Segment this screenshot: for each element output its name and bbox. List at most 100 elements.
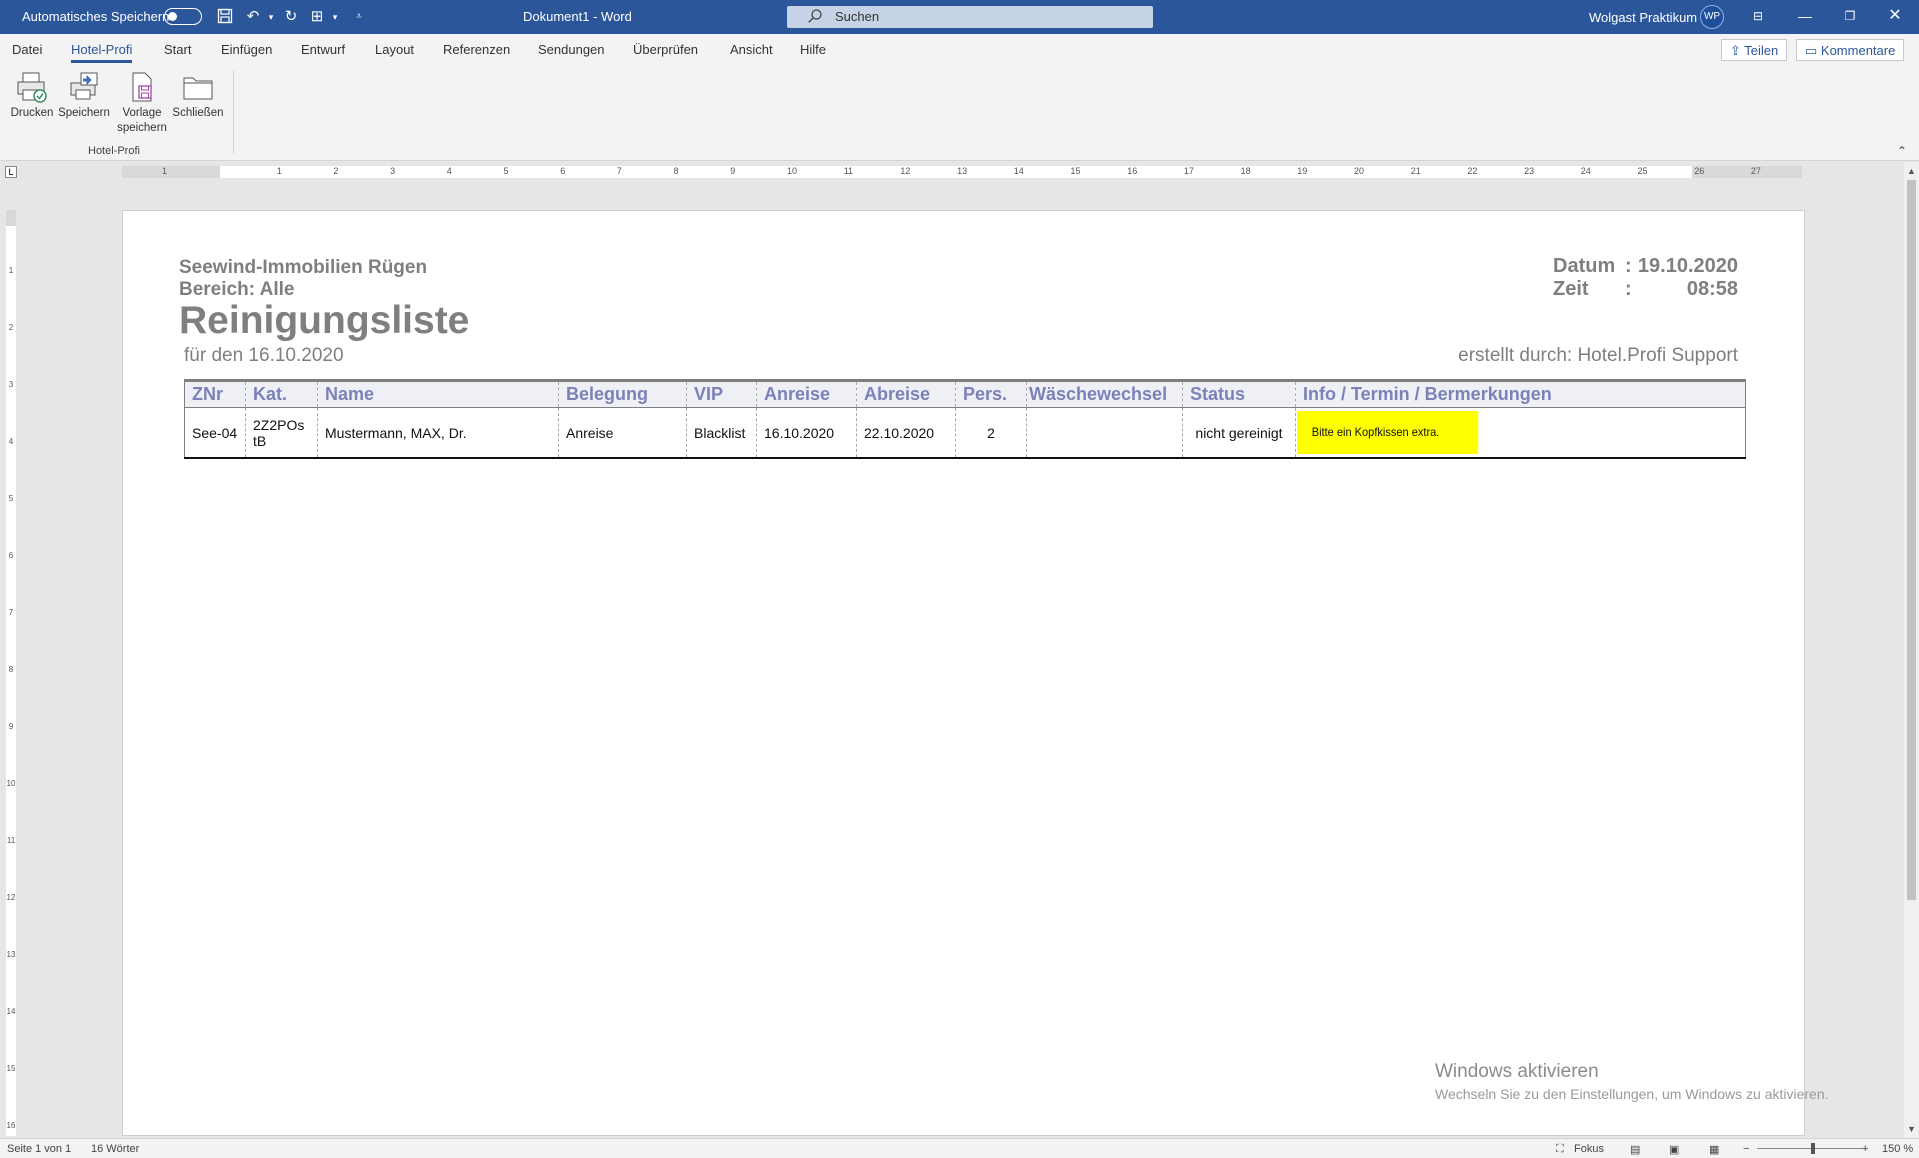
ruler-number: 11: [843, 166, 854, 176]
share-button[interactable]: ⇪ Teilen: [1721, 39, 1788, 61]
zoom-in-icon[interactable]: +: [1862, 1143, 1868, 1155]
ruler-number: 7: [616, 166, 622, 176]
vertical-ruler[interactable]: 1 2 3 4 5 6 7 8 9 10 11 12 13 14 15 16: [6, 210, 16, 1136]
tab-einfuegen[interactable]: Einfügen: [221, 42, 272, 57]
tab-hotel-profi[interactable]: Hotel-Profi: [71, 42, 133, 63]
print-layout-icon[interactable]: ▣: [1669, 1143, 1679, 1156]
date-label: Datum: [1553, 255, 1616, 277]
ruler-number: 6: [560, 166, 566, 176]
ruler-number: 14: [6, 1007, 16, 1016]
ruler-number: 5: [8, 494, 14, 503]
ruler-number: 24: [1580, 166, 1591, 176]
cell-waeschewechsel[interactable]: [1026, 407, 1183, 459]
save-template-icon: [125, 70, 159, 104]
zoom-level[interactable]: 150 %: [1882, 1143, 1913, 1155]
word-count[interactable]: 16 Wörter: [91, 1143, 139, 1155]
area-label: Bereich: Alle: [179, 279, 295, 300]
cell-anreise[interactable]: 16.10.2020: [756, 407, 857, 459]
date-colon: :: [1625, 255, 1632, 277]
ruler-number: 2: [8, 323, 14, 332]
cell-info[interactable]: Bitte ein Kopfkissen extra.: [1295, 407, 1746, 459]
scroll-up-icon[interactable]: ▲: [1907, 166, 1916, 176]
ruler-number: 14: [1013, 166, 1024, 176]
ribbon: Drucken Speichern Vorlage speichern Schl…: [0, 64, 1919, 161]
scroll-thumb[interactable]: [1907, 180, 1916, 900]
cell-belegung[interactable]: Anreise: [558, 407, 687, 459]
table-row: See-04 2Z2POs tB Mustermann, MAX, Dr. An…: [184, 407, 1746, 459]
ruler-number: 9: [8, 722, 14, 731]
cell-status[interactable]: nicht gereinigt: [1182, 407, 1296, 459]
ruler-number: 6: [8, 551, 14, 560]
ruler-number: 15: [1070, 166, 1081, 176]
date-value: 19.10.2020: [1637, 255, 1738, 277]
tab-datei[interactable]: Datei: [12, 42, 42, 57]
focus-icon[interactable]: ⛶: [1556, 1143, 1564, 1156]
read-mode-icon[interactable]: ▤: [1630, 1143, 1640, 1156]
tab-referenzen[interactable]: Referenzen: [443, 42, 510, 57]
date-time-block: Datum : 19.10.2020 Zeit : 08:58: [1553, 255, 1738, 301]
tab-start[interactable]: Start: [164, 42, 191, 57]
cell-name[interactable]: Mustermann, MAX, Dr.: [317, 407, 559, 459]
customize-toolbar-icon[interactable]: ⩡: [350, 8, 368, 26]
comments-button[interactable]: ▭ Kommentare: [1796, 39, 1905, 61]
tab-ansicht[interactable]: Ansicht: [730, 42, 773, 57]
ruler-top-margin: [6, 210, 16, 226]
vertical-scrollbar[interactable]: ▲ ▼: [1904, 162, 1919, 1138]
ribbon-display-options-icon[interactable]: ⊟: [1746, 4, 1770, 28]
header-kat: Kat.: [245, 379, 318, 408]
save-document-button[interactable]: Speichern: [58, 70, 110, 121]
ruler-left-margin: [122, 166, 220, 178]
horizontal-ruler[interactable]: 1 1 2 3 4 5 6 7 8 9 10 11 12 13 14 15 16 17 18 19 20 21 22 23 24…: [122, 166, 1802, 178]
zoom-out-icon[interactable]: −: [1743, 1143, 1749, 1155]
ruler-number: 3: [8, 380, 14, 389]
save-label: Speichern: [58, 107, 110, 119]
ruler-number: 1: [276, 166, 282, 176]
cell-abreise[interactable]: 22.10.2020: [856, 407, 956, 459]
cell-vip[interactable]: Blacklist: [686, 407, 757, 459]
tab-entwurf[interactable]: Entwurf: [301, 42, 345, 57]
undo-dropdown-icon[interactable]: ▾: [262, 8, 280, 26]
ruler-number: 27: [1750, 166, 1761, 176]
undo-icon[interactable]: ↶: [244, 8, 262, 26]
save-icon[interactable]: [216, 8, 234, 26]
search-icon: [807, 8, 823, 24]
table-icon[interactable]: ⊞: [308, 8, 326, 26]
time-value: 08:58: [1686, 278, 1738, 300]
ruler-number: 17: [1183, 166, 1194, 176]
avatar[interactable]: WP: [1700, 5, 1724, 29]
header-abreise: Abreise: [856, 379, 956, 408]
header-waeschewechsel: Wäschewechsel: [1026, 379, 1183, 408]
user-name[interactable]: Wolgast Praktikum: [1589, 10, 1697, 25]
scroll-down-icon[interactable]: ▼: [1907, 1124, 1916, 1134]
redo-icon[interactable]: ↻: [282, 8, 300, 26]
collapse-ribbon-icon[interactable]: ⌃: [1897, 144, 1907, 158]
cell-kat[interactable]: 2Z2POs tB: [245, 407, 318, 459]
focus-label[interactable]: Fokus: [1574, 1143, 1604, 1155]
tab-ueberpruefen[interactable]: Überprüfen: [633, 42, 698, 57]
document-title: Dokument1 - Word: [523, 9, 632, 24]
close-document-button[interactable]: Schließen: [170, 70, 226, 121]
ribbon-group-separator: [233, 70, 234, 154]
cell-znr[interactable]: See-04: [184, 407, 246, 459]
web-layout-icon[interactable]: ▦: [1709, 1143, 1719, 1156]
search-box[interactable]: Suchen: [787, 6, 1153, 28]
tab-sendungen[interactable]: Sendungen: [538, 42, 605, 57]
page-count[interactable]: Seite 1 von 1: [7, 1143, 71, 1155]
zoom-slider-thumb[interactable]: [1811, 1143, 1815, 1154]
save-icon: [67, 70, 101, 104]
activation-watermark-title: Windows aktivieren: [1435, 1061, 1599, 1082]
tab-hilfe[interactable]: Hilfe: [800, 42, 826, 57]
table-dropdown-icon[interactable]: ▾: [326, 8, 344, 26]
minimize-icon[interactable]: —: [1793, 4, 1817, 28]
close-icon[interactable]: ✕: [1883, 4, 1907, 28]
ruler-number: 26: [1694, 166, 1705, 176]
restore-icon[interactable]: ❐: [1838, 4, 1862, 28]
print-button[interactable]: Drucken: [9, 70, 55, 121]
document-page[interactable]: Seewind-Immobilien Rügen Bereich: Alle R…: [122, 210, 1805, 1136]
zoom-slider[interactable]: [1757, 1148, 1863, 1149]
cell-pers[interactable]: 2: [955, 407, 1027, 459]
save-template-button[interactable]: Vorlage speichern: [114, 70, 170, 136]
tab-selector-icon[interactable]: L: [5, 166, 17, 178]
autosave-toggle[interactable]: [164, 8, 202, 25]
tab-layout[interactable]: Layout: [375, 42, 414, 57]
